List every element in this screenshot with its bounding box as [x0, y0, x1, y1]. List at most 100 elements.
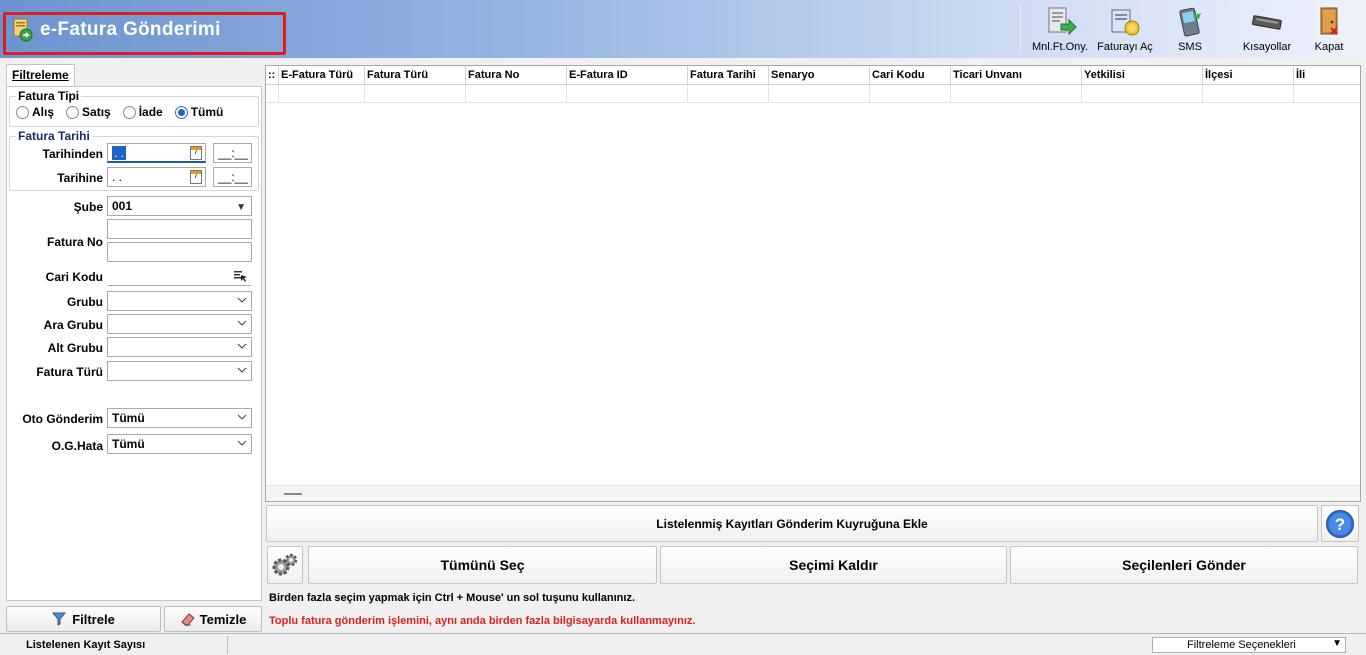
clear-button[interactable]: Temizle — [164, 606, 262, 632]
toolbar-separator — [1229, 4, 1230, 54]
grid-footer-handle[interactable] — [284, 493, 302, 495]
calendar-icon[interactable]: 7 — [190, 146, 202, 160]
radio-all[interactable]: Tümü — [174, 105, 223, 119]
chevron-down-icon — [237, 367, 247, 373]
radio-dot — [122, 105, 136, 119]
chevron-down-icon — [237, 440, 247, 446]
column-header[interactable]: İlçesi — [1203, 66, 1294, 84]
record-count-label: Listelenen Kayıt Sayısı — [4, 636, 228, 654]
auto-send-combo[interactable]: Tümü — [107, 408, 252, 428]
help-button[interactable]: ? — [1321, 505, 1359, 542]
chevron-down-icon — [237, 297, 247, 303]
time-to-input[interactable]: __:__ — [213, 167, 252, 187]
date-to-value: . . — [112, 170, 123, 184]
toolbar-label: Kısayollar — [1242, 41, 1292, 53]
radio-label: Satış — [82, 105, 111, 119]
filter-button-label: Filtrele — [72, 611, 115, 627]
group-combo[interactable] — [107, 291, 252, 311]
toolbar-label: SMS — [1178, 41, 1202, 53]
help-icon: ? — [1326, 509, 1354, 538]
column-header[interactable]: Cari Kodu — [870, 66, 951, 84]
column-header[interactable]: E-Fatura Türü — [279, 66, 365, 84]
radio-sales[interactable]: Satış — [66, 105, 111, 119]
manual-invoice-approve-icon — [1048, 7, 1077, 36]
invoice-type-legend: Fatura Tipi — [18, 89, 80, 103]
column-header[interactable]: Fatura No — [466, 66, 567, 84]
chevron-down-icon — [237, 343, 247, 349]
gears-icon — [272, 553, 298, 576]
filter-button[interactable]: Filtrele — [6, 606, 161, 632]
dropdown-arrow-icon: ▼ — [1332, 638, 1342, 649]
radio-dot-selected — [174, 105, 188, 119]
keyboard-shortcuts-icon — [1252, 15, 1282, 30]
close-button[interactable]: Kapat — [1300, 2, 1358, 56]
toolbar-separator — [1020, 4, 1021, 54]
date-to-input[interactable]: . . 7 — [107, 167, 206, 187]
invoice-type-group: Fatura Tipi Alış Satış İade Tümü — [9, 89, 259, 127]
time-from-input[interactable]: __:__ — [213, 143, 252, 163]
deselect-button[interactable]: Seçimi Kaldır — [660, 546, 1007, 584]
branch-value: 001 — [112, 199, 133, 213]
column-header[interactable]: Ticari Unvanı — [951, 66, 1082, 84]
calendar-icon[interactable]: 7 — [190, 170, 202, 184]
manual-invoice-approve-button[interactable]: Mnl.Ft.Ony. — [1025, 2, 1095, 56]
invoice-no-input-2[interactable] — [107, 242, 252, 262]
settings-button[interactable] — [267, 546, 303, 584]
radio-dot — [66, 105, 80, 119]
status-bar: Listelenen Kayıt Sayısı Filtreleme Seçen… — [0, 633, 1366, 655]
radio-purchase[interactable]: Alış — [16, 105, 54, 119]
sub-group-combo[interactable] — [107, 314, 252, 334]
radio-return[interactable]: İade — [122, 105, 163, 119]
lookup-icon[interactable] — [234, 270, 248, 282]
auto-send-error-label: O.G.Hata — [51, 439, 103, 453]
grid-header: :: E-Fatura Türü Fatura Türü Fatura No E… — [266, 66, 1360, 85]
account-code-label: Cari Kodu — [45, 270, 103, 284]
select-all-button[interactable]: Tümünü Seç — [308, 546, 657, 584]
multi-select-hint: Birden fazla seçim yapmak için Ctrl + Mo… — [269, 592, 636, 604]
auto-send-value: Tümü — [112, 411, 145, 425]
invoice-grid[interactable]: :: E-Fatura Türü Fatura Türü Fatura No E… — [265, 65, 1361, 502]
grid-corner[interactable]: :: — [266, 66, 279, 84]
toolbar-label: Faturayı Aç — [1097, 41, 1153, 53]
open-invoice-button[interactable]: Faturayı Aç — [1095, 2, 1155, 56]
column-header[interactable]: Senaryo — [769, 66, 870, 84]
invoice-no-label: Fatura No — [46, 235, 103, 249]
lower-group-combo[interactable] — [107, 337, 252, 357]
invoice-send-icon — [13, 18, 33, 42]
filter-options-combo[interactable]: Filtreleme Seçenekleri ▼ — [1152, 637, 1346, 653]
date-from-label: Tarihinden — [42, 147, 103, 161]
column-header[interactable]: Fatura Türü — [365, 66, 466, 84]
send-selected-button[interactable]: Seçilenleri Gönder — [1010, 546, 1358, 584]
filter-body: Fatura Tipi Alış Satış İade Tümü Fatura … — [6, 86, 262, 601]
toolbar: Mnl.Ft.Ony. Faturayı Aç SMS Kısayollar K… — [1016, 2, 1358, 56]
column-header[interactable]: Fatura Tarihi — [688, 66, 769, 84]
funnel-icon — [52, 612, 67, 626]
table-row[interactable] — [266, 85, 1360, 103]
filter-panel: Filtreleme Fatura Tipi Alış Satış İade T… — [4, 62, 262, 632]
auto-send-error-combo[interactable]: Tümü — [107, 434, 252, 454]
send-selected-label: Seçilenleri Gönder — [1122, 557, 1246, 573]
toolbar-label: Kapat — [1314, 41, 1344, 53]
column-header[interactable]: Yetkilisi — [1082, 66, 1203, 84]
svg-text:?: ? — [1335, 515, 1345, 534]
shortcuts-button[interactable]: Kısayollar — [1234, 2, 1300, 56]
window-title: e-Fatura Gönderimi — [40, 19, 221, 40]
date-from-input[interactable]: . . 7 — [107, 143, 206, 163]
lower-group-label: Alt Grubu — [47, 341, 103, 355]
add-to-queue-label: Listelenmiş Kayıtları Gönderim Kuyruğuna… — [656, 516, 928, 531]
add-to-queue-button[interactable]: Listelenmiş Kayıtları Gönderim Kuyruğuna… — [266, 505, 1318, 542]
clear-button-label: Temizle — [199, 611, 247, 627]
auto-send-label: Oto Gönderim — [22, 412, 103, 426]
deselect-label: Seçimi Kaldır — [789, 557, 878, 573]
invoice-kind-combo[interactable] — [107, 361, 252, 381]
sms-button[interactable]: SMS — [1155, 2, 1225, 56]
invoice-no-input-1[interactable] — [107, 219, 252, 239]
radio-label: Alış — [32, 105, 55, 119]
tab-filter[interactable]: Filtreleme — [6, 64, 75, 86]
column-header[interactable]: E-Fatura ID — [567, 66, 688, 84]
account-code-input[interactable] — [107, 266, 252, 286]
branch-select[interactable]: 001 ▼ — [107, 196, 252, 216]
chevron-down-icon — [237, 414, 247, 420]
window-header: e-Fatura Gönderimi Mnl.Ft.Ony. Faturayı … — [0, 0, 1366, 58]
column-header[interactable]: İli — [1294, 66, 1360, 84]
